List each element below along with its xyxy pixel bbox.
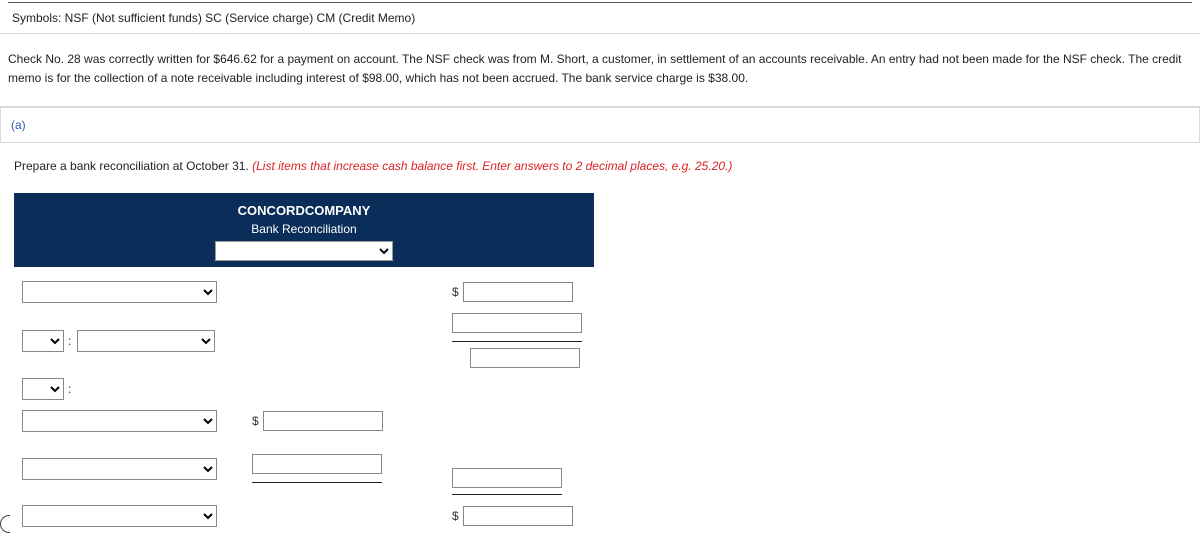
date-select[interactable]	[215, 241, 393, 261]
problem-text: Check No. 28 was correctly written for $…	[0, 34, 1200, 106]
line6-account-select[interactable]	[22, 505, 217, 527]
document-title: Bank Reconciliation	[14, 222, 594, 236]
line1-amount-input[interactable]	[463, 282, 573, 302]
instruction-hint: (List items that increase cash balance f…	[252, 159, 732, 173]
colon-1: :	[68, 334, 71, 348]
line2-addless-select[interactable]	[22, 330, 64, 352]
part-label-a: (a)	[1, 108, 1199, 142]
line4-amount-input[interactable]	[263, 411, 383, 431]
hint-handle[interactable]	[0, 515, 10, 533]
line5-subtotal-input[interactable]	[452, 468, 562, 488]
reconciliation-header: CONCORDCOMPANY Bank Reconciliation	[14, 193, 594, 267]
line5-account-select[interactable]	[22, 458, 217, 480]
line4-account-select[interactable]	[22, 410, 217, 432]
subtotal-rule-2	[252, 482, 382, 483]
symbols-legend: Symbols: NSF (Not sufficient funds) SC (…	[0, 3, 1200, 33]
subtotal-rule-1	[452, 341, 582, 342]
dollar-sign-3: $	[452, 509, 459, 523]
line6-amount-input[interactable]	[463, 506, 573, 526]
line2-amount-input[interactable]	[452, 313, 582, 333]
line2-item-select[interactable]	[77, 330, 215, 352]
instruction-prefix: Prepare a bank reconciliation at October…	[14, 159, 252, 173]
line3-addless-select[interactable]	[22, 378, 64, 400]
dollar-sign: $	[452, 285, 459, 299]
line5-amount-input[interactable]	[252, 454, 382, 474]
line2-subtotal-input[interactable]	[470, 348, 580, 368]
instruction: Prepare a bank reconciliation at October…	[0, 143, 1200, 183]
subtotal-rule-3	[452, 494, 562, 495]
colon-2: :	[68, 382, 71, 396]
line1-account-select[interactable]	[22, 281, 217, 303]
company-name: CONCORDCOMPANY	[14, 203, 594, 218]
dollar-sign-2: $	[252, 414, 259, 428]
